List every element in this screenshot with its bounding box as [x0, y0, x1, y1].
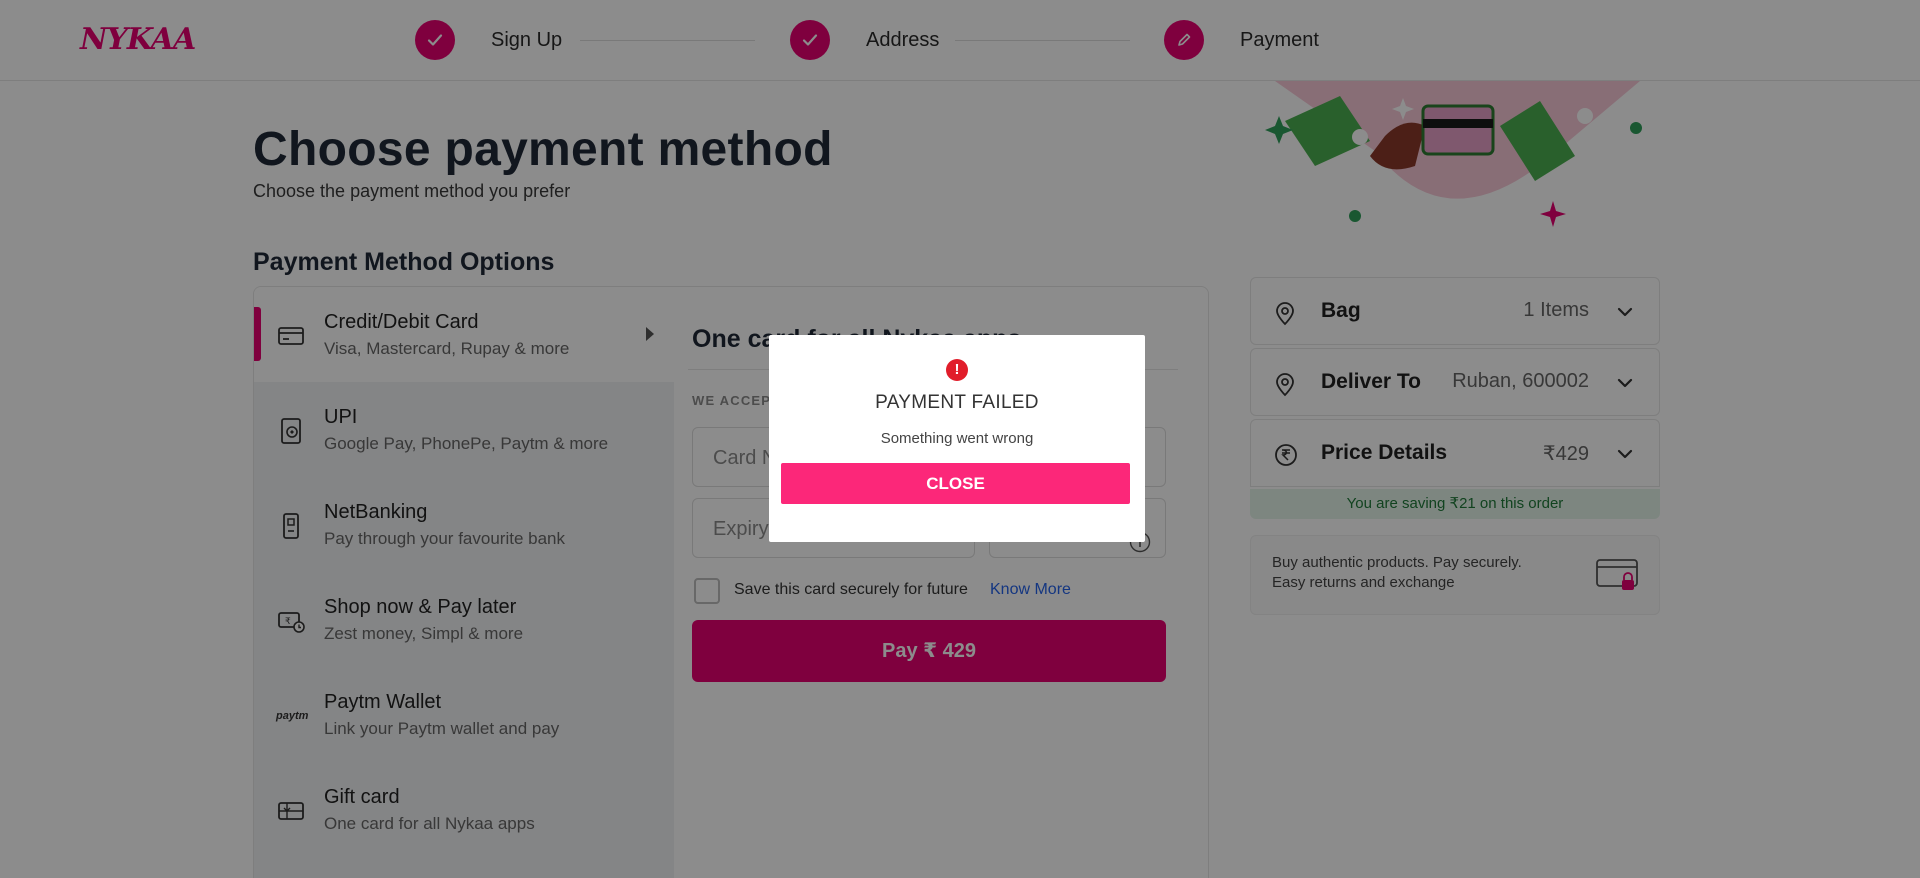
payment-failed-dialog: ! PAYMENT FAILED Something went wrong CL…	[769, 335, 1145, 542]
dialog-message: Something went wrong	[880, 430, 1034, 447]
dialog-title: PAYMENT FAILED	[875, 392, 1039, 413]
close-button[interactable]: CLOSE	[781, 463, 1130, 504]
error-icon: !	[946, 359, 968, 381]
